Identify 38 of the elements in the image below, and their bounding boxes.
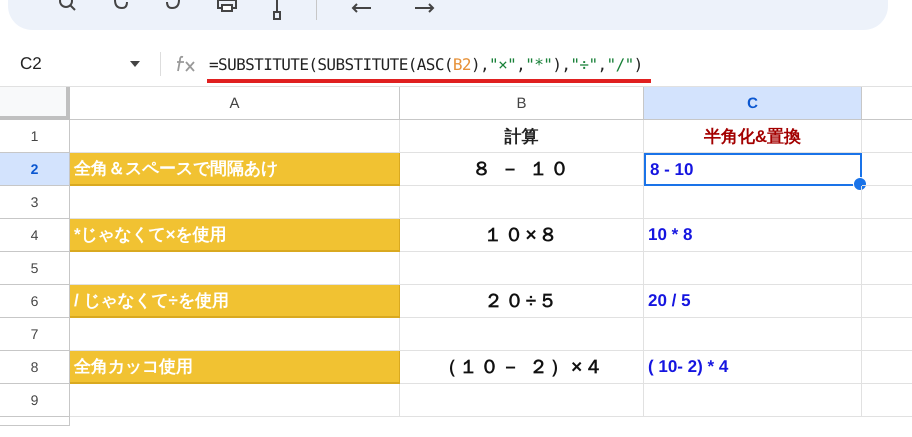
formula-input[interactable]: =SUBSTITUTE(SUBSTITUTE(ASC(B2),"×","*"),"÷","/") xyxy=(209,54,643,74)
table-cell[interactable]: （１０－ ２）×４ xyxy=(400,351,644,384)
caret-icon xyxy=(130,61,140,67)
empty-cell[interactable] xyxy=(400,186,644,219)
table-cell[interactable]: ( 10- 2) * 4 xyxy=(644,351,862,384)
search-icon[interactable] xyxy=(58,0,78,12)
table-cell[interactable]: 10 * 8 xyxy=(644,219,862,252)
empty-cell[interactable] xyxy=(644,384,862,417)
select-all-corner[interactable] xyxy=(0,87,70,120)
empty-cell[interactable] xyxy=(644,252,862,285)
row-header[interactable]: 7 xyxy=(0,318,70,351)
table-cell[interactable]: 半角化&置換 xyxy=(644,120,862,153)
row-header[interactable]: 5 xyxy=(0,252,70,285)
table-cell[interactable]: ２０÷５ xyxy=(400,285,644,318)
row-header[interactable]: 3 xyxy=(0,186,70,219)
row-header[interactable]: 8 xyxy=(0,351,70,384)
table-cell[interactable]: １０×８ xyxy=(400,219,644,252)
empty-cell[interactable] xyxy=(644,318,862,351)
row-header[interactable]: 6 xyxy=(0,285,70,318)
column-header[interactable]: C xyxy=(644,87,862,120)
column-header[interactable]: A xyxy=(70,87,400,120)
empty-cell[interactable] xyxy=(400,252,644,285)
row-header[interactable]: 4 xyxy=(0,219,70,252)
fx-icon xyxy=(175,55,197,73)
table-cell[interactable]: ８ － １０ xyxy=(400,153,644,186)
empty-cell[interactable] xyxy=(400,384,644,417)
table-cell[interactable]: 計算 xyxy=(400,120,644,153)
row-header[interactable]: 1 xyxy=(0,120,70,153)
fill-handle[interactable] xyxy=(853,177,867,191)
name-box[interactable]: C2 xyxy=(0,49,160,79)
row-header[interactable]: 9 xyxy=(0,384,70,417)
column-header[interactable]: B xyxy=(400,87,644,120)
print-icon[interactable] xyxy=(216,0,238,12)
row-header[interactable]: 2 xyxy=(0,153,70,186)
empty-cell[interactable] xyxy=(400,318,644,351)
empty-cell[interactable] xyxy=(644,186,862,219)
row-header[interactable] xyxy=(0,417,70,426)
table-cell[interactable]: 20 / 5 xyxy=(644,285,862,318)
